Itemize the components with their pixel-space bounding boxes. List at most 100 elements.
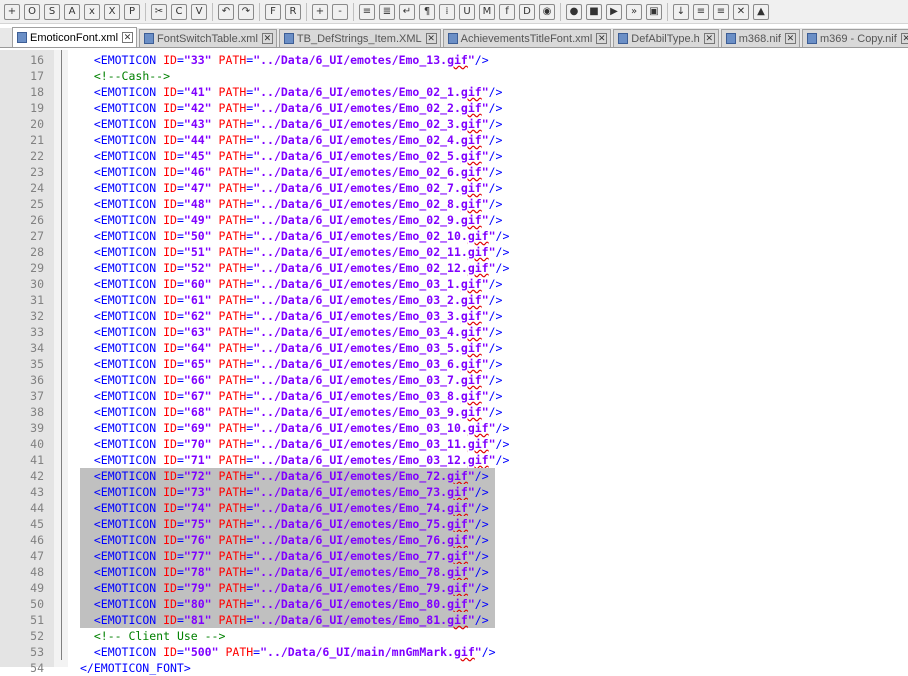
tab-close-icon[interactable]: ✕ — [784, 33, 796, 44]
play-macro-icon[interactable]: ▶ — [606, 3, 622, 20]
code-line[interactable]: 30 <EMOTICON ID="60" PATH="../Data/6_UI/… — [0, 276, 908, 292]
compare-next-icon[interactable]: ≡ — [693, 3, 709, 20]
code-line[interactable]: 38 <EMOTICON ID="68" PATH="../Data/6_UI/… — [0, 404, 908, 420]
zoom-in-icon[interactable]: + — [312, 3, 328, 20]
sync-v-scroll-icon[interactable]: ≡ — [359, 3, 375, 20]
code-line[interactable]: 28 <EMOTICON ID="51" PATH="../Data/6_UI/… — [0, 244, 908, 260]
tab-close-icon[interactable]: ✕ — [425, 33, 437, 44]
monitoring-icon[interactable]: ◉ — [539, 3, 555, 20]
code-line[interactable]: 53 <EMOTICON ID="500" PATH="../Data/6_UI… — [0, 644, 908, 660]
code-line[interactable]: 29 <EMOTICON ID="52" PATH="../Data/6_UI/… — [0, 260, 908, 276]
code-line[interactable]: 44 <EMOTICON ID="74" PATH="../Data/6_UI/… — [0, 500, 908, 516]
code-line[interactable]: 19 <EMOTICON ID="42" PATH="../Data/6_UI/… — [0, 100, 908, 116]
copy-icon[interactable]: C — [171, 3, 187, 20]
code-line[interactable]: 23 <EMOTICON ID="46" PATH="../Data/6_UI/… — [0, 164, 908, 180]
paste-icon[interactable]: V — [191, 3, 207, 20]
tab-close-icon[interactable]: ✕ — [900, 33, 908, 44]
stop-macro-icon[interactable]: ■ — [586, 3, 602, 20]
code-line[interactable]: 16 <EMOTICON ID="33" PATH="../Data/6_UI/… — [0, 52, 908, 68]
record-macro-icon[interactable]: ● — [566, 3, 582, 20]
indent-guide-icon[interactable]: ⁞ — [439, 3, 455, 20]
spellcheck-underline: gif — [453, 645, 475, 659]
show-all-chars-icon[interactable]: ¶ — [419, 3, 435, 20]
code-line[interactable]: 45 <EMOTICON ID="75" PATH="../Data/6_UI/… — [0, 516, 908, 532]
tab-close-icon[interactable]: ✕ — [122, 32, 134, 43]
find-icon[interactable]: F — [265, 3, 281, 20]
save-all-icon[interactable]: A — [64, 3, 80, 20]
user-lang-icon[interactable]: U — [459, 3, 475, 20]
code-line[interactable]: 18 <EMOTICON ID="41" PATH="../Data/6_UI/… — [0, 84, 908, 100]
code-line[interactable]: 41 <EMOTICON ID="71" PATH="../Data/6_UI/… — [0, 452, 908, 468]
code-line[interactable]: 43 <EMOTICON ID="73" PATH="../Data/6_UI/… — [0, 484, 908, 500]
code-line[interactable]: 35 <EMOTICON ID="65" PATH="../Data/6_UI/… — [0, 356, 908, 372]
replace-icon[interactable]: R — [285, 3, 301, 20]
print-icon[interactable]: P — [124, 3, 140, 20]
compare-icon[interactable]: ↓ — [673, 3, 689, 20]
zoom-out-icon[interactable]: - — [332, 3, 348, 20]
code-text: <EMOTICON ID="52" PATH="../Data/6_UI/emo… — [80, 260, 510, 276]
open-file-icon[interactable]: O — [24, 3, 40, 20]
code-line[interactable]: 22 <EMOTICON ID="45" PATH="../Data/6_UI/… — [0, 148, 908, 164]
redo-icon[interactable]: ↷ — [238, 3, 254, 20]
code-line[interactable]: 20 <EMOTICON ID="43" PATH="../Data/6_UI/… — [0, 116, 908, 132]
sync-h-scroll-icon[interactable]: ≣ — [379, 3, 395, 20]
tab-close-icon[interactable]: ✕ — [261, 33, 273, 44]
code-line[interactable]: 50 <EMOTICON ID="80" PATH="../Data/6_UI/… — [0, 596, 908, 612]
new-file-icon[interactable]: + — [4, 3, 20, 20]
code-line[interactable]: 27 <EMOTICON ID="50" PATH="../Data/6_UI/… — [0, 228, 908, 244]
xml-attr-name: PATH — [218, 533, 247, 547]
code-line[interactable]: 37 <EMOTICON ID="67" PATH="../Data/6_UI/… — [0, 388, 908, 404]
code-line[interactable]: 42 <EMOTICON ID="72" PATH="../Data/6_UI/… — [0, 468, 908, 484]
code-line[interactable]: 47 <EMOTICON ID="77" PATH="../Data/6_UI/… — [0, 548, 908, 564]
cut-icon[interactable]: ✂ — [151, 3, 167, 20]
tab-achievementstitlefont-xml[interactable]: AchievementsTitleFont.xml ✕ — [442, 29, 612, 47]
xml-equals: = — [176, 117, 184, 131]
editor-pane[interactable]: 16 <EMOTICON ID="33" PATH="../Data/6_UI/… — [0, 50, 908, 675]
word-wrap-icon[interactable]: ↵ — [399, 3, 415, 20]
tab-defabiltype-h[interactable]: DefAbilType.h ✕ — [613, 29, 719, 47]
tab-tb-defstrings-item-xml[interactable]: TB_DefStrings_Item.XML ✕ — [278, 29, 441, 47]
compare-prev-icon[interactable]: ≡ — [713, 3, 729, 20]
spellcheck-underline: gif — [447, 581, 468, 595]
code-line[interactable]: 33 <EMOTICON ID="63" PATH="../Data/6_UI/… — [0, 324, 908, 340]
code-line[interactable]: 34 <EMOTICON ID="64" PATH="../Data/6_UI/… — [0, 340, 908, 356]
folder-workspace-icon[interactable]: D — [519, 3, 535, 20]
xml-tag: <EMOTICON — [93, 309, 157, 323]
code-line[interactable]: 17 <!--Cash--> — [0, 68, 908, 84]
save-icon[interactable]: S — [44, 3, 60, 20]
code-line[interactable]: 25 <EMOTICON ID="48" PATH="../Data/6_UI/… — [0, 196, 908, 212]
code-line[interactable]: 31 <EMOTICON ID="61" PATH="../Data/6_UI/… — [0, 292, 908, 308]
tab-close-icon[interactable]: ✕ — [596, 33, 608, 44]
code-line[interactable]: 40 <EMOTICON ID="70" PATH="../Data/6_UI/… — [0, 436, 908, 452]
run-macro-multiple-icon[interactable]: » — [626, 3, 642, 20]
tab-m369-copy-nif[interactable]: m369 - Copy.nif ✕ — [801, 29, 908, 47]
tab-m368-nif[interactable]: m368.nif ✕ — [720, 29, 800, 47]
code-line[interactable]: 51 <EMOTICON ID="81" PATH="../Data/6_UI/… — [0, 612, 908, 628]
close-compare-icon[interactable]: ✕ — [733, 3, 749, 20]
doc-map-icon[interactable]: M — [479, 3, 495, 20]
tab-close-icon[interactable]: ✕ — [703, 33, 715, 44]
code-line[interactable]: 49 <EMOTICON ID="79" PATH="../Data/6_UI/… — [0, 580, 908, 596]
code-line[interactable]: 46 <EMOTICON ID="76" PATH="../Data/6_UI/… — [0, 532, 908, 548]
close-icon[interactable]: x — [84, 3, 100, 20]
xml-attr-name: PATH — [218, 549, 247, 563]
code-line[interactable]: 21 <EMOTICON ID="44" PATH="../Data/6_UI/… — [0, 132, 908, 148]
function-list-icon[interactable]: f — [499, 3, 515, 20]
code-line[interactable]: 48 <EMOTICON ID="78" PATH="../Data/6_UI/… — [0, 564, 908, 580]
code-line[interactable]: 36 <EMOTICON ID="66" PATH="../Data/6_UI/… — [0, 372, 908, 388]
code-line[interactable]: 24 <EMOTICON ID="47" PATH="../Data/6_UI/… — [0, 180, 908, 196]
save-macro-icon[interactable]: ▣ — [646, 3, 662, 20]
code-line[interactable]: 52 <!-- Client Use --> — [0, 628, 908, 644]
code-line[interactable]: 26 <EMOTICON ID="49" PATH="../Data/6_UI/… — [0, 212, 908, 228]
xml-attr-path-value: "../Data/6_UI/emotes/Emo_03_7.gif" — [253, 373, 489, 387]
close-all-icon[interactable]: X — [104, 3, 120, 20]
xml-tag: <EMOTICON — [93, 597, 157, 611]
tab-fontswitchtable-xml[interactable]: FontSwitchTable.xml ✕ — [139, 29, 277, 47]
code-line[interactable]: 32 <EMOTICON ID="62" PATH="../Data/6_UI/… — [0, 308, 908, 324]
up-arrow-icon[interactable]: ▲ — [753, 3, 769, 20]
code-line[interactable]: 39 <EMOTICON ID="69" PATH="../Data/6_UI/… — [0, 420, 908, 436]
undo-icon[interactable]: ↶ — [218, 3, 234, 20]
tab-emoticonfont-xml[interactable]: EmoticonFont.xml ✕ — [12, 27, 138, 47]
code-line[interactable]: 54 </EMOTICON_FONT> — [0, 660, 908, 676]
xml-self-close: /> — [474, 565, 489, 579]
